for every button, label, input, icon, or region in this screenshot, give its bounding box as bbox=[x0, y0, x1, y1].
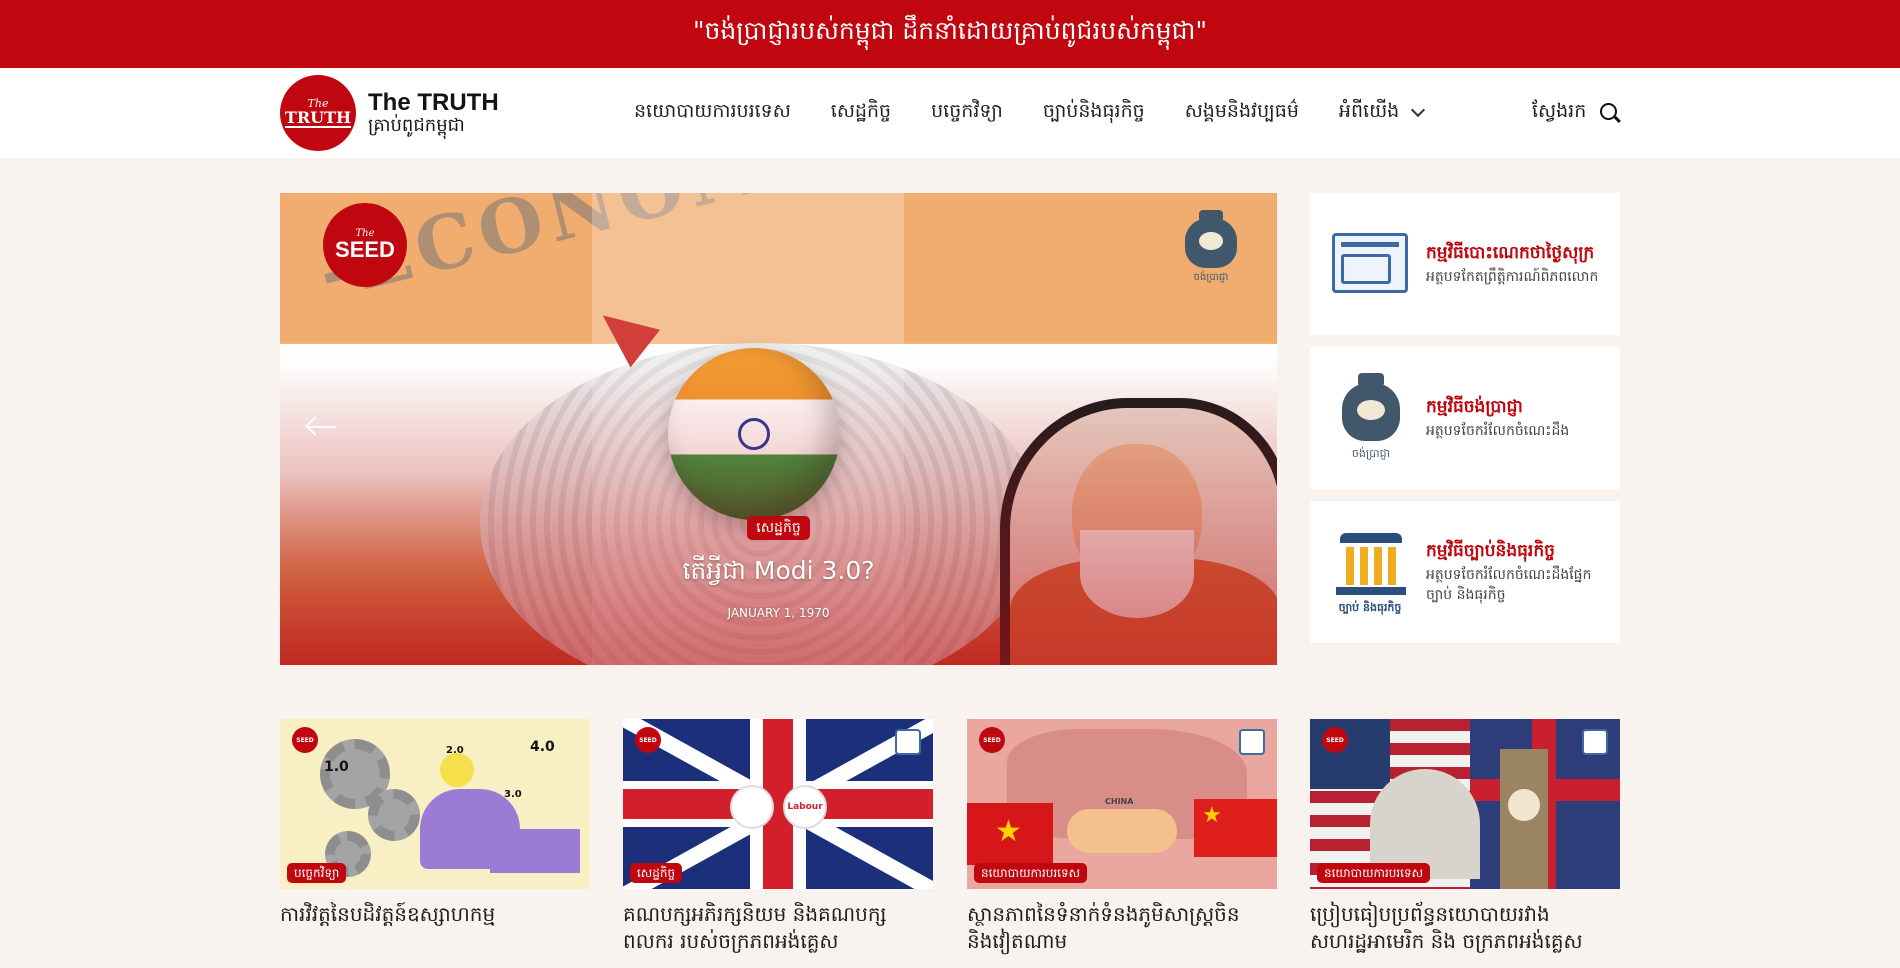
stage-number: 4.0 bbox=[530, 739, 555, 755]
stage-number: 1.0 bbox=[324, 759, 349, 775]
brain-logo-caption: ចង់ប្រាជ្ញា bbox=[1193, 272, 1229, 283]
article-thumbnail[interactable]: 1.0 2.0 3.0 4.0 SEED បច្ចេកវិទ្យា bbox=[280, 719, 590, 889]
brand-home-link[interactable]: The TRUTH The TRUTH គ្រាប់ពូជកម្ពុជា bbox=[280, 74, 499, 152]
nav-technology[interactable]: បច្ចេកវិទ្យា bbox=[931, 99, 1003, 127]
hero-category-badge[interactable]: សេដ្ឋកិច្ច bbox=[747, 516, 810, 540]
primary-menu: នយោបាយការបរទេស សេដ្ឋកិច្ច បច្ចេកវិទ្យា ច… bbox=[634, 68, 1463, 158]
nav-label: សង្គមនិងវប្បធម៌ bbox=[1184, 100, 1299, 122]
article-card[interactable]: Labour SEED សេដ្ឋកិច្ច គណបក្សអភិរក្សនិយម… bbox=[623, 719, 933, 955]
nav-economy[interactable]: សេដ្ឋកិច្ច bbox=[831, 99, 891, 127]
category-badge[interactable]: បច្ចេកវិទ្យា bbox=[287, 863, 347, 883]
article-card[interactable]: CHINA ★ ★ SEED នយោបាយការបរទេស ស្ថានភាពនៃ… bbox=[967, 719, 1277, 955]
article-title[interactable]: គណបក្សអភិរក្សនិយម និងគណបក្សពលករ របស់ចក្រ… bbox=[623, 901, 933, 955]
china-flag: ★ bbox=[1194, 799, 1277, 857]
slogan-text: "ចង់ប្រាជ្ញារបស់កម្ពុជា ដឹកនាំដោយគ្រាប់ព… bbox=[693, 16, 1207, 45]
stage-number: 3.0 bbox=[504, 789, 522, 800]
search-label: ស្វែងរក bbox=[1532, 100, 1587, 122]
labour-text: Labour bbox=[787, 802, 823, 812]
hero-slider[interactable]: -ECONOMY- The SEED ចង់ប្រាជ្ញា សេដ្ឋកិច្… bbox=[280, 193, 1277, 665]
gear-icon bbox=[368, 789, 420, 841]
nav-foreign-policy[interactable]: នយោបាយការបរទេស bbox=[634, 99, 791, 127]
nav-society-culture[interactable]: សង្គមនិងវប្បធម៌ bbox=[1185, 99, 1299, 127]
book-icon bbox=[1239, 729, 1265, 755]
seed-logo-small: SEED bbox=[292, 727, 318, 753]
article-title[interactable]: ការវិវត្តនៃបដិវត្តន៍ឧស្សាហកម្ម bbox=[280, 901, 590, 928]
sidebar-card-wisdom-program[interactable]: ចង់ប្រាជ្ញា កម្មវិធីចង់ប្រាជ្ញា អត្ថបទចែ… bbox=[1310, 347, 1620, 489]
sidebar-card-title: កម្មវិធីចង់ប្រាជ្ញា bbox=[1426, 396, 1523, 417]
category-badge[interactable]: នយោបាយការបរទេស bbox=[1317, 863, 1431, 883]
sidebar-card-title: កម្មវិធីច្បាប់និងធុរកិច្ច bbox=[1426, 540, 1555, 561]
handshake-icon bbox=[1067, 809, 1177, 853]
brain-sack-logo: ចង់ប្រាជ្ញា bbox=[1175, 208, 1247, 288]
seed-logo-small: SEED bbox=[979, 727, 1005, 753]
hero-date: JANUARY 1, 1970 bbox=[727, 606, 830, 620]
article-title[interactable]: ស្ថានភាពនៃទំនាក់ទំនងភូមិសាស្ត្រចិន និងវៀ… bbox=[967, 901, 1277, 955]
conservative-party-logo bbox=[730, 785, 774, 829]
sidebar-card-desc: អត្ថបទចែករំលែកចំណេះដឹង bbox=[1426, 422, 1570, 439]
seed-logo-small: SEED bbox=[635, 727, 661, 753]
slider-prev-arrow-icon[interactable] bbox=[304, 415, 338, 439]
nav-label: បច្ចេកវិទ្យា bbox=[931, 100, 1003, 122]
the-seed-logo: The SEED bbox=[323, 203, 407, 287]
nav-label: ច្បាប់និងធុរកិច្ច bbox=[1042, 100, 1145, 122]
article-thumbnail[interactable]: CHINA ★ ★ SEED នយោបាយការបរទេស bbox=[967, 719, 1277, 889]
book-icon bbox=[1328, 215, 1412, 313]
site-subtitle: គ្រាប់ពូជកម្ពុជា bbox=[368, 115, 465, 136]
brain-sack-icon bbox=[895, 729, 921, 755]
sidebar-card-desc: អត្ថបទចែករំលែកចំណេះដឹងផ្នែកច្បាប់ និងធុរ… bbox=[1426, 566, 1592, 603]
nav-label: សេដ្ឋកិច្ច bbox=[830, 100, 892, 122]
seed-logo-small: SEED bbox=[1322, 727, 1348, 753]
article-thumbnail[interactable]: SEED នយោបាយការបរទេស bbox=[1310, 719, 1620, 889]
nav-about-us[interactable]: អំពីយើង bbox=[1338, 99, 1426, 127]
main-navbar: The TRUTH The TRUTH គ្រាប់ពូជកម្ពុជា នយោ… bbox=[0, 68, 1900, 158]
lightbulb-icon bbox=[440, 753, 474, 787]
book-icon bbox=[1582, 729, 1608, 755]
brain-sack-icon: ចង់ប្រាជ្ញា bbox=[1328, 369, 1412, 467]
stage-number: 2.0 bbox=[446, 745, 464, 756]
sidebar-card-friday-program[interactable]: កម្មវិធីបោះណេកថាថ្ងៃសុក្រ អត្ថបទកែតព្រឹត… bbox=[1310, 193, 1620, 335]
logo-big-text: TRUTH bbox=[284, 108, 352, 128]
sidebar-card-law-business-program[interactable]: ច្បាប់ និងធុរកិច្ច កម្មវិធីច្បាប់និងធុរក… bbox=[1310, 501, 1620, 643]
pillar-icon: ច្បាប់ និងធុរកិច្ច bbox=[1328, 523, 1412, 621]
site-title: The TRUTH bbox=[368, 89, 499, 116]
article-thumbnail[interactable]: Labour SEED សេដ្ឋកិច្ច bbox=[623, 719, 933, 889]
map-label: CHINA bbox=[1105, 797, 1134, 806]
article-title[interactable]: ប្រៀបធៀបប្រព័ន្ធនយោបាយរវាង សហរដ្ឋអាមេរិក… bbox=[1310, 901, 1620, 955]
hero-caption: សេដ្ឋកិច្ច តើអ្វីជា Modi 3.0? JANUARY 1,… bbox=[280, 516, 1277, 620]
sidebar-card-title: កម្មវិធីបោះណេកថាថ្ងៃសុក្រ bbox=[1426, 242, 1595, 263]
labour-party-logo: Labour bbox=[783, 785, 827, 829]
big-ben-graphic bbox=[1500, 749, 1548, 889]
the-truth-logo: The TRUTH bbox=[280, 75, 356, 151]
category-badge[interactable]: សេដ្ឋកិច្ច bbox=[630, 863, 683, 883]
hero-title[interactable]: តើអ្វីជា Modi 3.0? bbox=[280, 556, 1277, 592]
icon-caption: ចង់ប្រាជ្ញា bbox=[1351, 447, 1391, 460]
nav-label: នយោបាយការបរទេស bbox=[634, 100, 791, 122]
search-button[interactable]: ស្វែងរក bbox=[1532, 68, 1622, 158]
category-badge[interactable]: នយោបាយការបរទេស bbox=[974, 863, 1088, 883]
icon-caption: ច្បាប់ និងធុរកិច្ច bbox=[1338, 601, 1402, 614]
nav-law-business[interactable]: ច្បាប់និងធុរកិច្ច bbox=[1043, 99, 1145, 127]
article-card[interactable]: 1.0 2.0 3.0 4.0 SEED បច្ចេកវិទ្យា ការវិវ… bbox=[280, 719, 590, 928]
sidebar-card-desc: អត្ថបទកែតព្រឹត្តិការណ៍ពិភពលោក bbox=[1426, 268, 1599, 285]
article-card[interactable]: SEED នយោបាយការបរទេស ប្រៀបធៀបប្រព័ន្ធនយោប… bbox=[1310, 719, 1620, 955]
top-slogan-bar: "ចង់ប្រាជ្ញារបស់កម្ពុជា ដឹកនាំដោយគ្រាប់ព… bbox=[0, 0, 1900, 68]
nav-label: អំពីយើង bbox=[1338, 100, 1400, 122]
seed-big-text: SEED bbox=[335, 237, 395, 262]
chevron-down-icon bbox=[1411, 102, 1426, 118]
search-icon bbox=[1600, 103, 1622, 123]
vietnam-flag: ★ bbox=[967, 803, 1053, 865]
